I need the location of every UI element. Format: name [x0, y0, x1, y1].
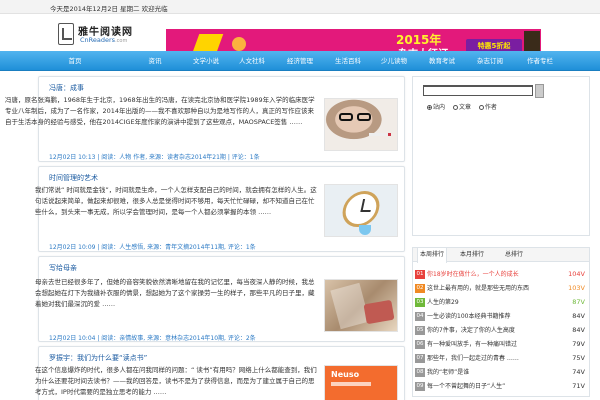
article-summary: 母亲去世已经很多年了，但她的音容笑貌依然清晰地留在我的记忆里，每当夜深人静的时候…: [35, 278, 315, 308]
rank-number: 07: [415, 354, 425, 363]
article-summary: 我们常说“ 时间就是金钱”，时间就是生命，一个人怎样支配自己的时间，就会拥有怎样…: [35, 186, 317, 216]
rank-number: 03: [415, 298, 425, 307]
ranking-panel: 本周排行 本月排行 总排行 01 你18岁时在做什么，一个人的成长 104V 02 这世…: [412, 247, 590, 397]
rank-title[interactable]: 一生必读的100本经典书籍推荐: [427, 310, 510, 323]
ranking-item[interactable]: 01 你18岁时在做什么，一个人的成长 104V: [413, 268, 589, 281]
rank-view-count: 79V: [572, 340, 585, 348]
rank-view-count: 84V: [572, 326, 585, 334]
ranking-item[interactable]: 09 每一个不曾起舞的日子“人生” 71V: [413, 380, 589, 393]
rank-view-count: 74V: [572, 368, 585, 376]
article-title[interactable]: 时间管理的艺术: [49, 173, 98, 183]
ranking-item[interactable]: 06 有一种爱叫放手，有一种痛叫错过 79V: [413, 338, 589, 351]
tab-all-time[interactable]: 总排行: [499, 248, 529, 262]
ranking-item[interactable]: 02 这世上最有用的，就是那些无用的东西 103V: [413, 282, 589, 295]
rank-number: 01: [415, 270, 425, 279]
nav-item-columns[interactable]: 作者专栏: [518, 51, 562, 71]
rank-title[interactable]: 你18岁时在做什么，一个人的成长: [427, 268, 519, 281]
nav-item-education[interactable]: 教育考试: [422, 51, 462, 71]
radio-icon: [478, 105, 484, 110]
article-title[interactable]: 罗振宇：我们为什么要“读点书”: [49, 353, 147, 363]
rank-title[interactable]: 这世上最有用的，就是那些无用的东西: [427, 282, 529, 295]
search-scope: 站内 文章 作者: [427, 102, 503, 111]
ranking-item[interactable]: 07 那些年，我们一起走过的青春 …… 75V: [413, 352, 589, 365]
search-panel: 站内 文章 作者: [412, 76, 590, 236]
rank-title[interactable]: 那些年，我们一起走过的青春 ……: [427, 352, 519, 365]
article-title[interactable]: 写给母亲: [49, 263, 77, 273]
nav-item-business[interactable]: 经济管理: [280, 51, 320, 71]
article-meta[interactable]: 12月02日 10:13 | 阅读：人物 作者, 来源：读者杂志2014年21期…: [49, 152, 260, 161]
rank-number: 05: [415, 326, 425, 335]
tab-monthly[interactable]: 本月排行: [457, 248, 487, 262]
rank-title[interactable]: 有一种爱叫放手，有一种痛叫错过: [427, 338, 517, 351]
article-summary: 冯唐，原名张海鹏，1968年生于北京，1968年出生的冯唐，在读完北京协和医学院…: [5, 96, 315, 126]
banner-book-icon: [192, 34, 224, 52]
tab-weekly[interactable]: 本周排行: [417, 248, 447, 263]
rank-number: 09: [415, 382, 425, 391]
ranking-tabs: 本周排行 本月排行 总排行: [413, 248, 589, 263]
date-greeting: 今天是2014年12月2日 星期二 欢迎光临: [50, 5, 168, 13]
rank-title[interactable]: 每一个不曾起舞的日子“人生”: [427, 380, 505, 393]
rank-title[interactable]: 我的“老师”是谁: [427, 366, 469, 379]
rank-number: 08: [415, 368, 425, 377]
logo-icon: [58, 23, 74, 45]
article-card: 时间管理的艺术 我们常说“ 时间就是金钱”，时间就是生命，一个人怎样支配自己的时…: [35, 166, 405, 252]
article-card: 写给母亲 母亲去世已经很多年了，但她的音容笑貌依然清晰地留在我的记忆里，每当夜深…: [35, 256, 405, 342]
nav-item-magazines[interactable]: 杂志订阅: [470, 51, 510, 71]
nav-item-news[interactable]: 资讯: [140, 51, 170, 71]
radio-icon: [452, 105, 458, 110]
article-summary: 在这个信息爆炸的时代，很多人都在问我同样的问题：“ 读书”有用吗？网络上什么都能…: [35, 366, 317, 396]
article-card: 冯唐：成事 冯唐，原名张海鹏，1968年生于北京，1968年出生的冯唐，在读完北…: [5, 76, 405, 162]
ranking-item[interactable]: 08 我的“老师”是谁 74V: [413, 366, 589, 379]
rank-view-count: 84V: [572, 312, 585, 320]
article-meta[interactable]: 12月02日 10:04 | 阅读：亲情故事, 来源：意林杂志2014年10期,…: [49, 333, 256, 342]
nav-item-home[interactable]: 首页: [60, 51, 90, 71]
radio-icon: [427, 105, 432, 110]
rank-view-count: 103V: [568, 284, 585, 292]
logo-domain: CnReaders.com: [80, 36, 128, 44]
rank-number: 06: [415, 340, 425, 349]
rank-number: 04: [415, 312, 425, 321]
main-nav: 首页 资讯 文学小说 人文社科 经济管理 生活百科 少儿读物 教育考试 杂志订阅…: [0, 51, 600, 71]
ranking-item[interactable]: 05 你的7件事，决定了你的人生高度 84V: [413, 324, 589, 337]
search-input[interactable]: [423, 85, 533, 96]
nav-item-lifestyle[interactable]: 生活百科: [328, 51, 368, 71]
scope-radio-article[interactable]: 文章: [452, 102, 471, 111]
article-meta[interactable]: 12月02日 10:09 | 阅读：人生感悟, 来源：青年文摘2014年11期,…: [49, 242, 256, 251]
rank-number: 02: [415, 284, 425, 293]
ranking-item[interactable]: 03 人生的第29 87V: [413, 296, 589, 309]
article-thumbnail[interactable]: [324, 184, 398, 237]
rank-view-count: 104V: [568, 270, 585, 278]
rank-title[interactable]: 人生的第29: [427, 296, 459, 309]
banner-circle-icon: [232, 37, 246, 51]
scope-radio-author[interactable]: 作者: [478, 102, 497, 111]
nav-item-fiction[interactable]: 文学小说: [186, 51, 226, 71]
article-thumbnail[interactable]: Neuso: [324, 365, 398, 400]
article-title[interactable]: 冯唐：成事: [49, 83, 84, 93]
site-logo[interactable]: 雅牛阅读网 CnReaders.com: [58, 23, 138, 45]
top-bar: 今天是2014年12月2日 星期二 欢迎光临: [0, 0, 600, 14]
rank-view-count: 87V: [572, 298, 585, 306]
header: 雅牛阅读网 CnReaders.com 2015年 杂志大征订 特惠5折起: [0, 14, 600, 61]
article-card: 罗振宇：我们为什么要“读点书” 在这个信息爆炸的时代，很多人都在问我同样的问题：…: [35, 346, 405, 400]
rank-title[interactable]: 你的7件事，决定了你的人生高度: [427, 324, 515, 337]
search-button[interactable]: [535, 84, 544, 98]
nav-item-humanities[interactable]: 人文社科: [232, 51, 272, 71]
rank-view-count: 71V: [572, 382, 585, 390]
scope-radio-site[interactable]: 站内: [427, 102, 445, 111]
rank-view-count: 75V: [572, 354, 585, 362]
article-thumbnail[interactable]: [324, 279, 398, 332]
ranking-item[interactable]: 04 一生必读的100本经典书籍推荐 84V: [413, 310, 589, 323]
nav-item-children[interactable]: 少儿读物: [374, 51, 414, 71]
article-thumbnail[interactable]: [324, 98, 398, 151]
